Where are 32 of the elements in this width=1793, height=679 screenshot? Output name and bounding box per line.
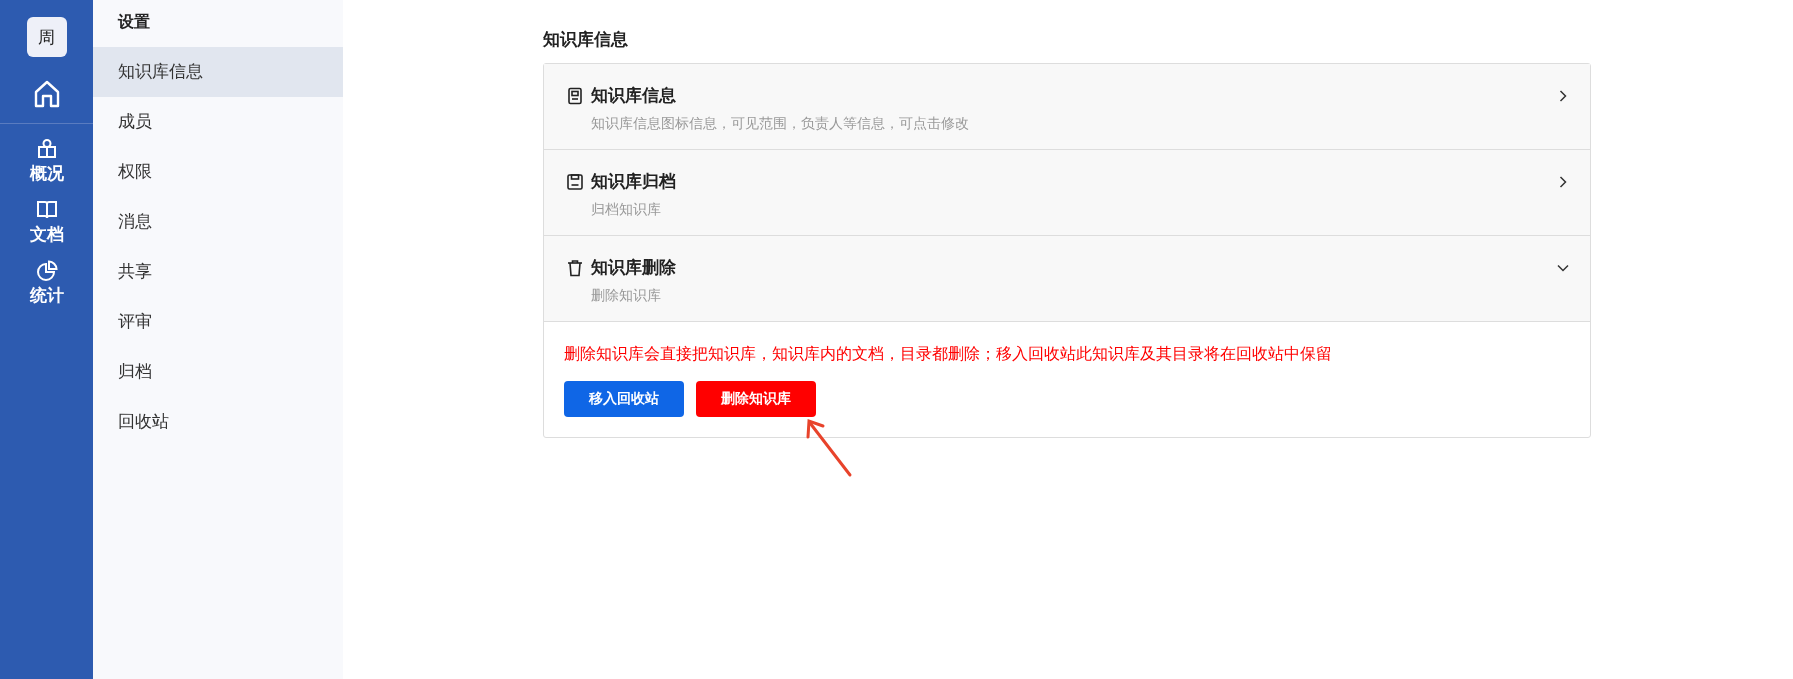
avatar[interactable]: 周: [26, 17, 67, 57]
page-title: 知识库信息: [543, 29, 629, 51]
sidebar-item[interactable]: 权限: [93, 147, 343, 197]
pie-chart-icon[interactable]: [35, 260, 58, 282]
section-header[interactable]: 知识库归档 归档知识库: [544, 150, 1590, 236]
section-title: 知识库归档: [591, 171, 677, 193]
sidebar-item[interactable]: 成员: [93, 97, 343, 147]
section-header[interactable]: 知识库信息 知识库信息图标信息，可见范围，负责人等信息，可点击修改: [544, 64, 1590, 150]
sidebar-title: 设置: [116, 12, 151, 32]
sidebar-item[interactable]: 归档: [93, 347, 343, 397]
sidebar-item[interactable]: 回收站: [93, 397, 343, 447]
section-title: 知识库删除: [591, 257, 677, 279]
action-button[interactable]: 删除知识库: [696, 381, 816, 417]
section-description: 删除知识库: [591, 287, 662, 305]
document-icon: [566, 86, 584, 105]
action-button[interactable]: 移入回收站: [564, 381, 684, 417]
warning-text: 删除知识库会直接把知识库，知识库内的文档，目录都删除；移入回收站此知识库及其目录将在回收站中保留: [564, 344, 1333, 364]
nav-label[interactable]: 文档: [29, 223, 64, 246]
gift-icon[interactable]: [35, 138, 58, 160]
sidebar-item[interactable]: 消息: [93, 197, 343, 247]
book-icon[interactable]: [35, 199, 58, 221]
nav-label[interactable]: 概况: [29, 162, 64, 185]
section-title: 知识库信息: [591, 85, 677, 107]
section-header[interactable]: 知识库删除 删除知识库: [544, 236, 1590, 322]
nav-label[interactable]: 统计: [29, 284, 64, 307]
sidebar-item[interactable]: 评审: [93, 297, 343, 347]
annotation-arrow: [804, 417, 854, 479]
sidebar-item[interactable]: 共享: [93, 247, 343, 297]
sidebar-item[interactable]: 知识库信息: [93, 47, 343, 97]
section-description: 归档知识库: [591, 201, 662, 219]
section-description: 知识库信息图标信息，可见范围，负责人等信息，可点击修改: [591, 115, 970, 133]
trash-icon: [566, 258, 584, 277]
